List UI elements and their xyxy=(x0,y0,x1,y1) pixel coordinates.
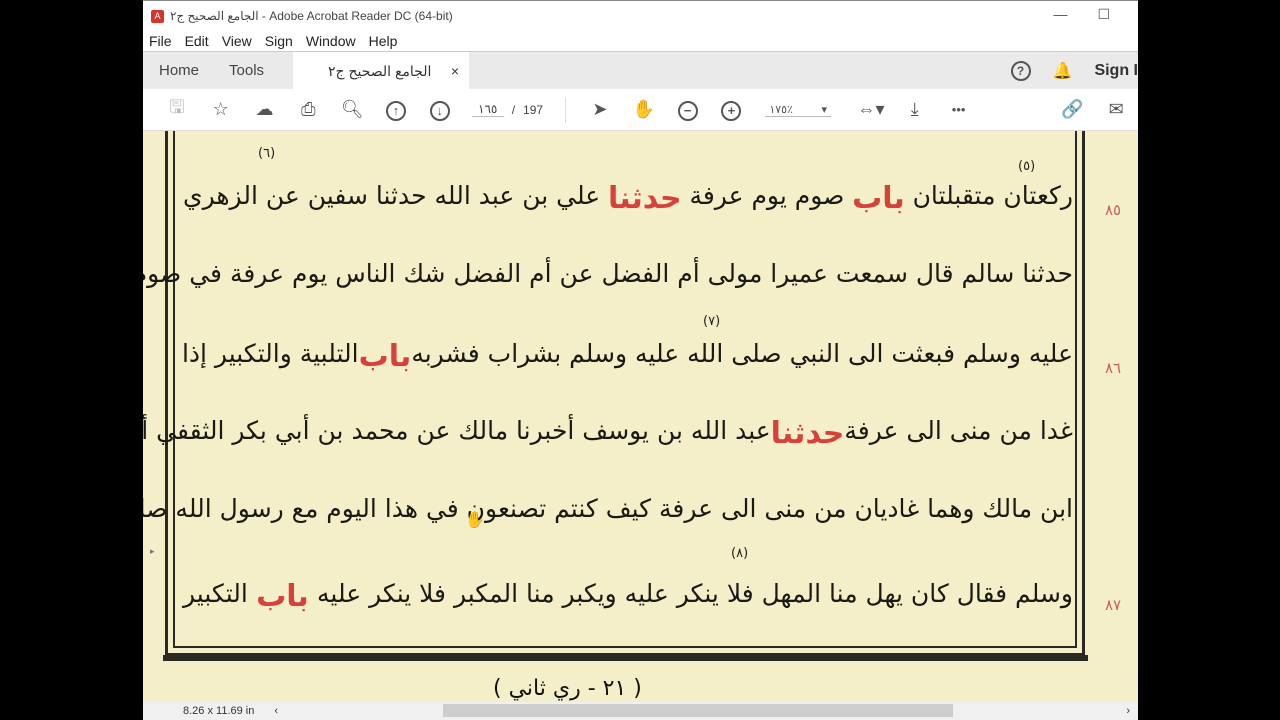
tab-home[interactable]: Home xyxy=(159,62,199,79)
heading-word: حدثنا xyxy=(607,181,682,216)
fit-page-icon[interactable]: ⇔▾ xyxy=(849,99,893,120)
tab-bar: Home Tools الجامع الصحيح ج٢ × ? 🔔 Sign I xyxy=(143,51,1138,90)
hand-cursor-icon: ✋ xyxy=(465,512,485,529)
menu-bar: File Edit View Sign Window Help xyxy=(143,31,1138,51)
text-segment: غدا من منى الى عرفة xyxy=(844,416,1073,445)
page-footer: ( ٢١ - ري ثاني ) xyxy=(493,676,642,701)
margin-number: ٨٧ xyxy=(1105,596,1122,614)
footnote-marker: (٦) xyxy=(258,146,276,161)
print-icon[interactable]: ⎙ xyxy=(286,99,330,120)
toolbar: 🖫 ☆ ☁ ⎙ 🔍︎ ↑ ↓ ١٦٥ / 197 ➤ ✋ − + ١٧٥٪ ▾ ⇔… xyxy=(143,89,1138,131)
chevron-down-icon: ▾ xyxy=(821,103,828,116)
panel-toggle-icon[interactable]: ▸ xyxy=(150,546,155,557)
menu-edit[interactable]: Edit xyxy=(185,33,209,49)
margin-number: ٨٥ xyxy=(1105,201,1122,219)
zoom-level-select[interactable]: ١٧٥٪ ▾ xyxy=(765,103,832,117)
footnote-marker: (٧) xyxy=(703,314,721,329)
text-segment: التكبير xyxy=(183,579,248,608)
tab-tools[interactable]: Tools xyxy=(229,62,264,79)
text-line: حدثنا سالم قال سمعت عميرا مولى أم الفضل … xyxy=(143,259,1073,288)
text-segment: حدثنا سالم قال سمعت عميرا مولى أم الفضل … xyxy=(143,259,1073,288)
text-segment: علي بن عبد الله حدثنا سفين عن الزهري xyxy=(183,181,601,210)
text-line: وسلم فقال كان يهل منا المهل فلا ينكر علي… xyxy=(183,579,1073,614)
text-segment: عبد الله بن يوسف أخبرنا مالك عن محمد بن … xyxy=(143,416,771,445)
hand-tool-icon[interactable]: ✋ xyxy=(622,99,666,120)
acrobat-window: A الجامع الصحيح ج٢ - Adobe Acrobat Reade… xyxy=(143,0,1138,720)
next-page-icon[interactable]: ↓ xyxy=(418,99,462,121)
text-segment: التلبية والتكبير إذا xyxy=(181,339,359,368)
maximize-button[interactable]: ☐ xyxy=(1097,6,1110,23)
sign-in-button[interactable]: Sign I xyxy=(1094,62,1138,80)
divider xyxy=(565,96,567,123)
menu-sign[interactable]: Sign xyxy=(265,33,293,49)
footnote-marker: (٨) xyxy=(731,546,749,561)
tab-document[interactable]: الجامع الصحيح ج٢ × xyxy=(293,52,469,90)
bell-icon[interactable]: 🔔 xyxy=(1053,61,1073,81)
email-icon[interactable]: ✉ xyxy=(1094,99,1138,120)
margin-number: ٨٦ xyxy=(1105,359,1122,377)
zoom-in-icon[interactable]: + xyxy=(710,99,754,121)
minimize-button[interactable]: — xyxy=(1053,6,1067,23)
menu-view[interactable]: View xyxy=(222,33,252,49)
menu-window[interactable]: Window xyxy=(306,33,356,49)
scroll-mode-icon[interactable]: ⤓ xyxy=(893,99,937,120)
page-total: 197 xyxy=(523,102,544,117)
text-segment: رکعتان متقبلتان xyxy=(912,181,1073,210)
window-title: الجامع الصحيح ج٢ - Adobe Acrobat Reader … xyxy=(170,9,453,23)
menu-file[interactable]: File xyxy=(149,33,172,49)
page-separator: / xyxy=(511,102,516,117)
page-number-input[interactable]: ١٦٥ xyxy=(471,102,504,117)
star-icon[interactable]: ☆ xyxy=(199,99,243,120)
zoom-level: ١٧٥٪ xyxy=(769,103,793,116)
title-bar: A الجامع الصحيح ج٢ - Adobe Acrobat Reade… xyxy=(143,0,1138,31)
text-segment: ابن مالك وهما غاديان من منى الى عرفة كيف… xyxy=(143,494,1073,523)
page-size: 8.26 x 11.69 in xyxy=(183,705,255,717)
select-cursor-icon[interactable]: ➤ xyxy=(578,99,622,120)
zoom-out-icon[interactable]: − xyxy=(666,99,710,121)
more-tools-icon[interactable]: ••• xyxy=(937,102,981,117)
footnote-marker: (٥) xyxy=(1018,159,1036,174)
text-segment: عليه وسلم فبعثت الى النبي صلى الله عليه … xyxy=(411,339,1073,368)
acrobat-icon: A xyxy=(151,9,164,23)
heading-word: باب xyxy=(358,339,412,374)
text-segment: صوم يوم عرفة xyxy=(689,181,845,210)
status-bar: 8.26 x 11.69 in ‹ › xyxy=(143,702,1138,720)
help-icon[interactable]: ? xyxy=(1010,61,1031,81)
share-link-icon[interactable]: 🔗 xyxy=(1051,99,1095,120)
text-line: ابن مالك وهما غاديان من منى الى عرفة كيف… xyxy=(143,494,1073,523)
text-line: عليه وسلم فبعثت الى النبي صلى الله عليه … xyxy=(181,339,1073,374)
upload-cloud-icon[interactable]: ☁ xyxy=(243,99,287,120)
scroll-left-button[interactable]: ‹ xyxy=(274,705,278,717)
scroll-right-button[interactable]: › xyxy=(1126,705,1130,717)
search-icon[interactable]: 🔍︎ xyxy=(330,99,374,120)
menu-help[interactable]: Help xyxy=(369,33,398,49)
document-tab-label: الجامع الصحيح ج٢ xyxy=(328,62,432,79)
heading-word: باب xyxy=(852,181,905,216)
text-segment: وسلم فقال كان يهل منا المهل فلا ينكر علي… xyxy=(317,579,1073,608)
text-line: رکعتان متقبلتان باب صوم يوم عرفة حدثنا علي ب… xyxy=(183,181,1073,216)
close-tab-icon[interactable]: × xyxy=(451,63,459,79)
save-icon[interactable]: 🖫 xyxy=(155,95,199,125)
pdf-page[interactable]: (٦) (٥) (٧) (٨) رکعتان متقبلتان باب صوم يو… xyxy=(143,131,1138,702)
horizontal-scrollbar[interactable] xyxy=(443,704,953,717)
text-line: غدا من منى الى عرفة حدثنا عبد الله بن يوسف… xyxy=(143,416,1073,451)
heading-word: حدثنا xyxy=(770,416,845,451)
prev-page-icon[interactable]: ↑ xyxy=(374,99,418,121)
heading-word: باب xyxy=(256,579,309,614)
